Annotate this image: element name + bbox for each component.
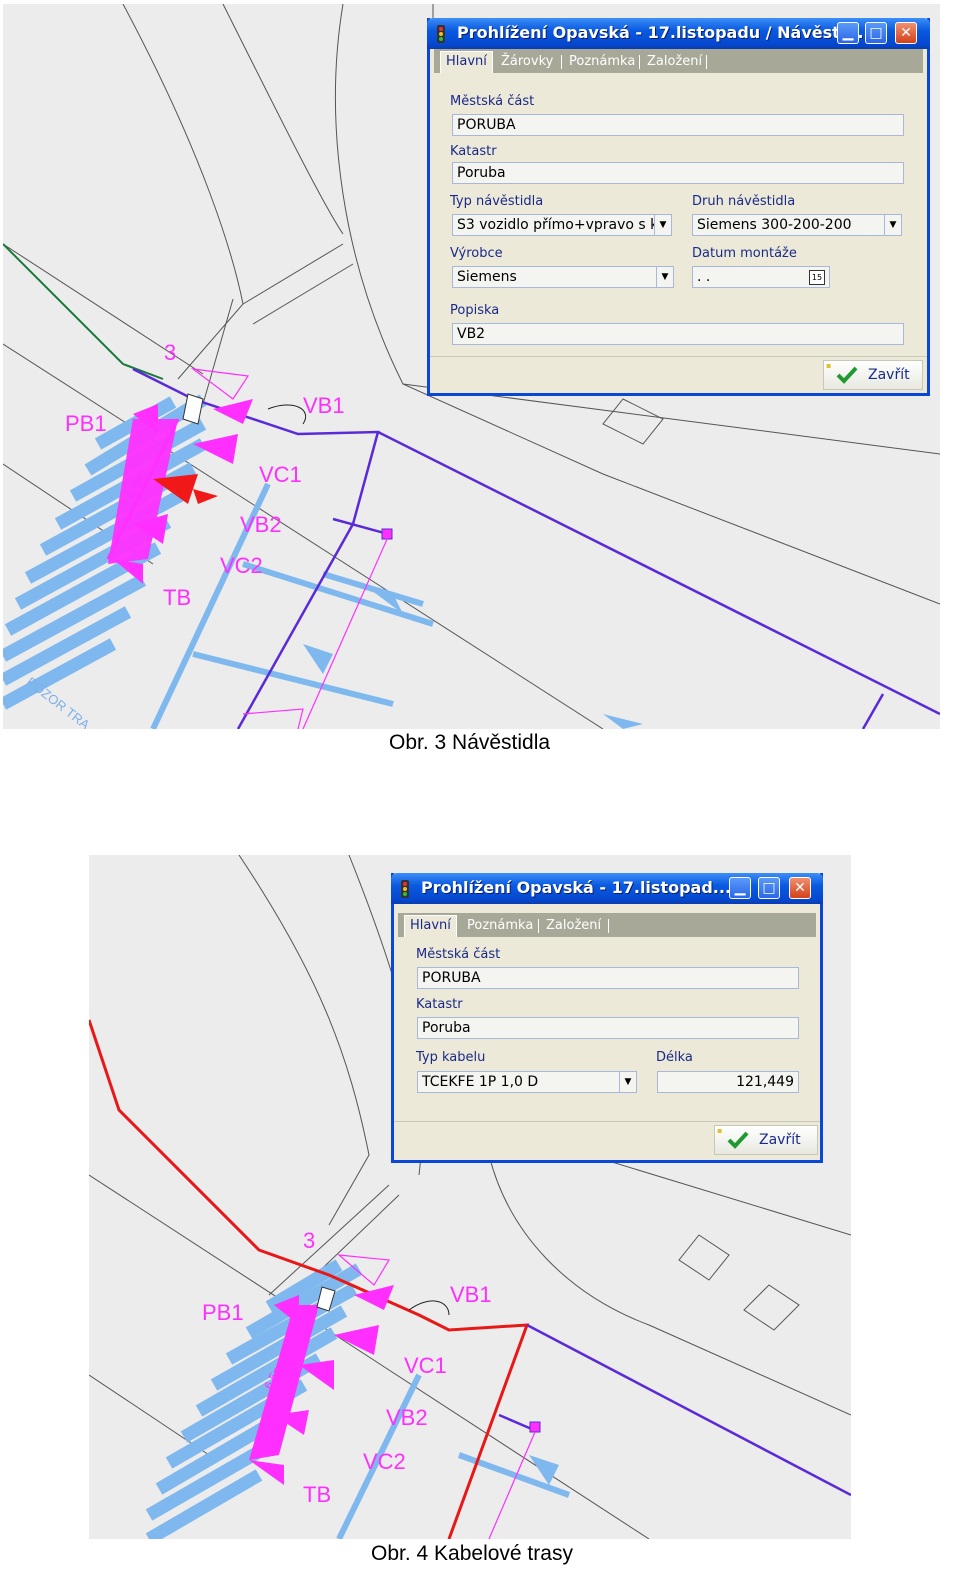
close-icon[interactable]: ✕ [895, 22, 917, 44]
vyrobce-select[interactable]: Siemens ▼ [452, 266, 674, 288]
map-label-vc1: VC1 [404, 1353, 447, 1378]
mestska-cast-field[interactable]: PORUBA [452, 114, 904, 136]
map-label-3: 3 [164, 340, 177, 365]
tab-separator [608, 919, 609, 933]
window-titlebar[interactable]: Prohlížení Opavská - 17.listopadu / Návě… [427, 18, 930, 49]
minimize-icon[interactable]: ▁ [729, 877, 751, 899]
maximize-icon[interactable]: □ [758, 877, 780, 899]
typ-navestidla-label: Typ návěstidla [450, 194, 544, 209]
map-label-pb1: PB1 [65, 411, 107, 436]
tab-hlavni[interactable]: Hlavní [440, 51, 493, 73]
close-icon[interactable]: ✕ [789, 877, 811, 899]
map-label-pb1: PB1 [202, 1300, 244, 1325]
map-label-vb2: VB2 [240, 512, 282, 537]
map-label-tb: TB [163, 585, 192, 610]
close-button-label: Zavřít [759, 1132, 801, 1148]
map-label-vb1: VB1 [303, 393, 345, 418]
window-title: Prohlížení Opavská - 17.listopad... [421, 878, 732, 897]
dropdown-arrow-icon[interactable]: ▼ [654, 215, 671, 235]
tab-separator [706, 55, 707, 69]
close-button-label: Zavřít [868, 367, 910, 383]
vyrobce-label: Výrobce [450, 246, 503, 261]
button-marker: ▪ [826, 361, 832, 370]
figure-3-map: 3 PB1 VB1 VC1 VB2 VC2 TB 6,5m POZOR TRA … [3, 4, 940, 729]
map-label-vb1: VB1 [450, 1282, 492, 1307]
map-label-3: 3 [303, 1228, 316, 1253]
window-titlebar[interactable]: Prohlížení Opavská - 17.listopad... ▁ □ … [391, 873, 823, 904]
datum-montaze-label: Datum montáže [692, 246, 797, 261]
detail-window: Prohlížení Opavská - 17.listopadu / Návě… [427, 18, 930, 396]
traffic-light-icon [437, 25, 445, 43]
katastr-field[interactable]: Poruba [452, 162, 904, 184]
detail-window: Prohlížení Opavská - 17.listopad... ▁ □ … [391, 873, 823, 1163]
tab-hlavni[interactable]: Hlavní [404, 915, 457, 937]
tab-zalozeni[interactable]: Založení [642, 52, 707, 73]
tab-poznamka[interactable]: Poznámka [462, 916, 538, 937]
mestska-cast-label: Městská část [450, 94, 535, 109]
button-marker: ▪ [717, 1126, 723, 1135]
dropdown-arrow-icon[interactable]: ▼ [619, 1072, 636, 1092]
druh-navestidla-value: Siemens 300-200-200 [697, 217, 852, 233]
tab-separator [561, 55, 562, 69]
typ-navestidla-value: S3 vozidlo přímo+vpravo s k.r [457, 217, 669, 233]
typ-kabelu-value: TCEKFE 1P 1,0 D [422, 1074, 539, 1090]
checkmark-icon [727, 1131, 749, 1149]
tab-separator [538, 919, 539, 933]
tab-separator [639, 55, 640, 69]
mestska-cast-label: Městská část [416, 947, 501, 962]
dropdown-arrow-icon[interactable]: ▼ [656, 267, 673, 287]
typ-kabelu-label: Typ kabelu [416, 1050, 486, 1065]
divider [394, 1121, 820, 1122]
datum-montaze-value: . . [697, 269, 711, 285]
popiska-label: Popiska [450, 303, 500, 318]
divider [430, 356, 927, 357]
maximize-icon[interactable]: □ [865, 22, 887, 44]
druh-navestidla-label: Druh návěstidla [692, 194, 796, 209]
dropdown-arrow-icon[interactable]: ▼ [884, 215, 901, 235]
mestska-cast-field[interactable]: PORUBA [417, 967, 799, 989]
tab-zalozeni[interactable]: Založení [541, 916, 606, 937]
map-label-vc2: VC2 [220, 553, 263, 578]
popiska-field[interactable]: VB2 [452, 323, 904, 345]
katastr-label: Katastr [416, 997, 463, 1012]
map-label-tb: TB [303, 1482, 332, 1507]
tab-poznamka[interactable]: Poznámka [564, 52, 640, 73]
katastr-label: Katastr [450, 144, 497, 159]
delka-label: Délka [656, 1050, 693, 1065]
tab-bar: Hlavní Poznámka Založení [398, 913, 816, 937]
tab-bar: Hlavní Žárovky Poznámka Založení [434, 49, 923, 73]
vyrobce-value: Siemens [457, 269, 517, 285]
figure-3-caption: Obr. 3 Návěstidla [389, 731, 551, 754]
datum-montaze-field[interactable]: . . 15 [692, 266, 830, 288]
druh-navestidla-select[interactable]: Siemens 300-200-200 ▼ [692, 214, 902, 236]
typ-navestidla-select[interactable]: S3 vozidlo přímo+vpravo s k.r ▼ [452, 214, 672, 236]
minimize-icon[interactable]: ▁ [837, 22, 859, 44]
katastr-field[interactable]: Poruba [417, 1017, 799, 1039]
delka-field[interactable]: 121,449 [657, 1071, 799, 1093]
checkmark-icon [836, 366, 858, 384]
close-button[interactable]: ▪ Zavřít [714, 1125, 818, 1155]
traffic-light-icon [401, 880, 409, 898]
map-label-vc2: VC2 [363, 1449, 406, 1474]
window-title: Prohlížení Opavská - 17.listopadu / Návě… [457, 23, 864, 42]
figure-4-caption: Obr. 4 Kabelové trasy [371, 1542, 573, 1565]
typ-kabelu-select[interactable]: TCEKFE 1P 1,0 D ▼ [417, 1071, 637, 1093]
calendar-icon[interactable]: 15 [809, 270, 825, 285]
close-button[interactable]: ▪ Zavřít [823, 360, 923, 390]
figure-4-map: 3 PB1 VB1 VC1 VB2 VC2 TB 6,5m Prohlížení… [89, 855, 851, 1539]
map-label-vb2: VB2 [386, 1405, 428, 1430]
map-label-vc1: VC1 [259, 462, 302, 487]
tab-zarovky[interactable]: Žárovky [496, 52, 558, 73]
